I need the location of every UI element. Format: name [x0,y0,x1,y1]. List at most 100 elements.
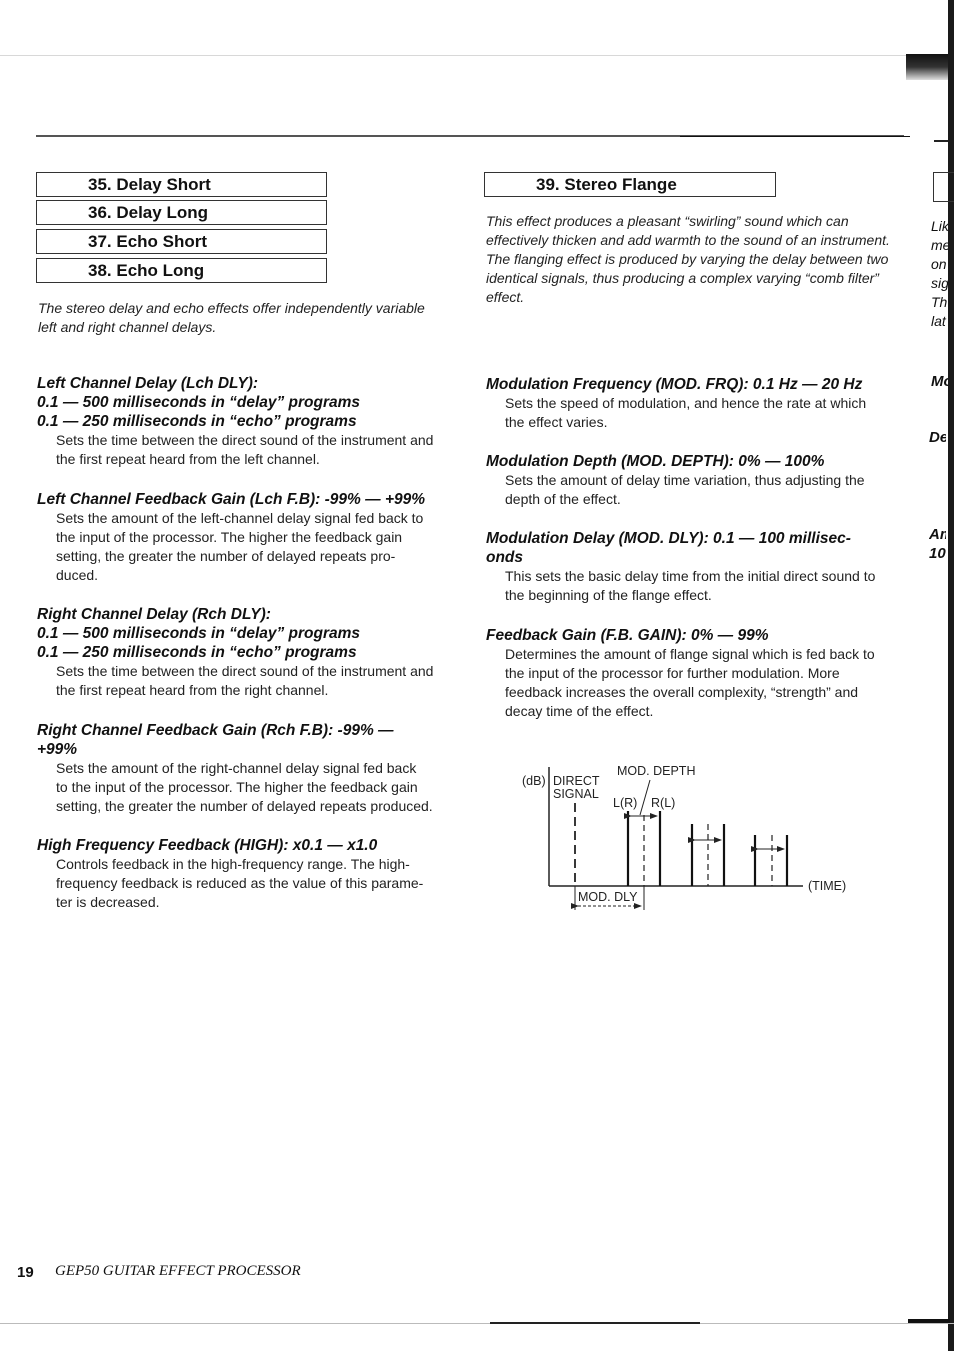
header-rule-accent [680,136,910,137]
program-title: 35. Delay Short [88,175,211,194]
param-modulation-frequency: Modulation Frequency (MOD. FRQ): 0.1 Hz … [486,375,916,432]
param-description: Sets the time between the direct sound o… [37,662,477,700]
mod-depth-label: MOD. DEPTH [617,764,695,778]
param-left-channel-delay: Left Channel Delay (Lch DLY): 0.1 — 500 … [37,374,477,469]
fragment-line: Th [931,294,948,310]
delay-echo-intro: The stereo delay and echo effects offer … [38,299,478,337]
bottom-rule [0,1323,954,1324]
description-line: the first repeat heard from the left cha… [56,451,320,467]
description-line: duced. [56,567,99,583]
description-line: decay time of the effect. [505,703,654,719]
description-line: to the input of the processor. The highe… [56,779,418,795]
bottom-rule-accent [490,1322,700,1324]
param-description: Sets the amount of the right-channel del… [37,759,477,816]
intro-line: effect. [486,289,525,305]
description-line: Sets the amount of delay time variation,… [505,472,865,488]
mod-dly-label: MOD. DLY [578,890,638,904]
program-title-box: 37. Echo Short [36,229,327,254]
description-line: the effect varies. [505,414,608,430]
program-title-box: 36. Delay Long [36,200,327,225]
program-title-box: 38. Echo Long [36,258,327,283]
param-heading: Left Channel Delay (Lch DLY): [37,375,259,392]
page-binding-edge [948,0,954,1351]
description-line: This sets the basic delay time from the … [505,568,876,584]
description-line: Sets the time between the direct sound o… [56,432,434,448]
param-heading: 0.1 — 250 milliseconds in “echo” program… [37,413,357,430]
footer-title: GEP50 GUITAR EFFECT PROCESSOR [55,1263,301,1279]
description-line: depth of the effect. [505,491,621,507]
direct-signal-label: DIRECT [553,774,600,788]
page-number: 19 [17,1264,34,1281]
param-heading: Right Channel Feedback Gain (Rch F.B): -… [37,722,394,739]
y-axis-label: (dB) [522,774,546,788]
param-description: Sets the amount of delay time variation,… [486,471,916,509]
next-page-intro-fragment: Lik me on sig Th lat [931,217,948,331]
param-heading: High Frequency Feedback (HIGH): x0.1 — x… [37,837,378,854]
rl-label: R(L) [651,796,675,810]
mod-depth-pointer [639,779,651,816]
description-line: the input of the processor for further m… [505,665,840,681]
param-heading: Modulation Frequency (MOD. FRQ): 0.1 Hz … [486,376,863,393]
param-description: Sets the amount of the left-channel dela… [37,509,477,585]
param-description: Sets the speed of modulation, and hence … [486,394,916,432]
description-line: the input of the processor. The higher t… [56,529,403,545]
program-title: 36. Delay Long [88,203,208,222]
param-feedback-gain: Feedback Gain (F.B. GAIN): 0% — 99% Dete… [486,626,916,721]
param-heading: Feedback Gain (F.B. GAIN): 0% — 99% [486,627,769,644]
next-page-head-fragment: Am [929,526,946,543]
param-heading: 0.1 — 500 milliseconds in “delay” progra… [37,625,361,642]
fragment-line: on [931,256,947,272]
next-page-head-fragment: 100 [929,545,946,562]
intro-line: The stereo delay and echo effects offer … [38,300,425,316]
bottom-corner-mark [908,1319,950,1323]
description-line: Sets the speed of modulation, and hence … [505,395,867,411]
next-page-title-box [933,172,954,202]
param-heading: 0.1 — 500 milliseconds in “delay” progra… [37,394,361,411]
repeat-group [688,824,726,886]
param-right-channel-delay: Right Channel Delay (Rch DLY): 0.1 — 500… [37,605,477,700]
param-heading: Left Channel Feedback Gain (Lch F.B): -9… [37,491,426,508]
fragment-line: Lik [931,218,948,234]
param-heading: Modulation Delay (MOD. DLY): 0.1 — 100 m… [486,530,851,547]
param-description: Controls feedback in the high-frequency … [37,855,477,912]
program-title: 37. Echo Short [88,232,208,251]
param-heading: 0.1 — 250 milliseconds in “echo” program… [37,644,357,661]
next-page-head-fragment: Mo [931,373,948,390]
description-line: Sets the time between the direct sound o… [56,663,434,679]
param-description: Determines the amount of flange signal w… [486,645,916,721]
fragment-line: sig [931,275,948,291]
program-title: 38. Echo Long [88,261,205,280]
program-title-box: 39. Stereo Flange [484,172,776,197]
param-right-channel-feedback: Right Channel Feedback Gain (Rch F.B): -… [37,721,477,816]
param-heading: Modulation Depth (MOD. DEPTH): 0% — 100% [486,453,825,470]
description-line: the first repeat heard from the right ch… [56,682,329,698]
param-modulation-depth: Modulation Depth (MOD. DEPTH): 0% — 100%… [486,452,916,509]
next-page-head-fragment: De [929,429,946,446]
intro-line: This effect produces a pleasant “swirlin… [486,213,849,229]
flange-timing-diagram: (dB) (TIME) DIRECT SIGNAL MOD. DEPTH L(R… [522,764,846,910]
param-modulation-delay: Modulation Delay (MOD. DLY): 0.1 — 100 m… [486,529,916,605]
x-axis-label: (TIME) [808,879,846,893]
param-description: Sets the time between the direct sound o… [37,431,477,469]
fragment-line: me [931,237,948,253]
top-faint-rule [0,55,920,56]
param-heading: +99% [37,741,78,758]
description-line: frequency feedback is reduced as the val… [56,875,424,891]
description-line: Sets the amount of the left-channel dela… [56,510,424,526]
param-description: This sets the basic delay time from the … [486,567,916,605]
repeat-group [624,811,662,886]
stereo-flange-intro: This effect produces a pleasant “swirlin… [486,212,916,307]
description-line: ter is decreased. [56,894,160,910]
description-line: Controls feedback in the high-frequency … [56,856,410,872]
param-high-frequency-feedback: High Frequency Feedback (HIGH): x0.1 — x… [37,836,477,912]
program-title: 39. Stereo Flange [536,175,677,194]
program-title-box: 35. Delay Short [36,172,327,197]
repeat-group [751,835,789,886]
param-left-channel-feedback: Left Channel Feedback Gain (Lch F.B): -9… [37,490,477,585]
description-line: setting, the greater the number of delay… [56,548,396,564]
intro-line: left and right channel delays. [38,319,217,335]
lr-label: L(R) [613,796,637,810]
description-line: the beginning of the flange effect. [505,587,712,603]
direct-signal-label: SIGNAL [553,787,599,801]
param-heading: Right Channel Delay (Rch DLY): [37,606,271,623]
